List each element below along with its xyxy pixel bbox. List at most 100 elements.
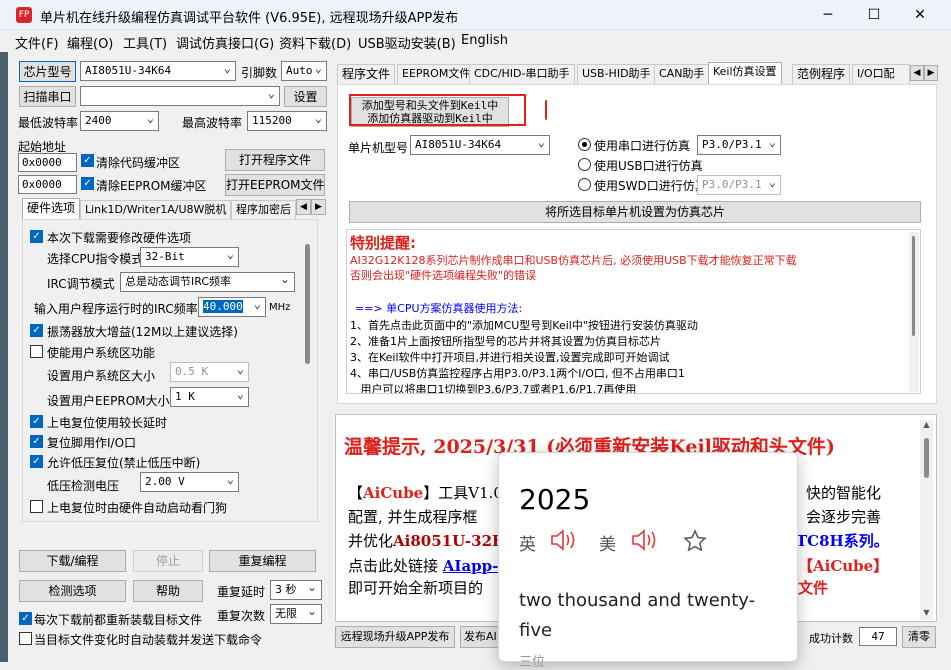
announcement-line-right: 文件 (798, 579, 829, 597)
tab-examples[interactable]: 范例程序 (792, 64, 851, 84)
clear-count-button[interactable]: 清零 (902, 626, 936, 648)
eeprom-size-select[interactable]: 1 K (170, 387, 249, 407)
tab-can[interactable]: CAN助手 (654, 64, 710, 84)
clear-code-cache-label: 清除代码缓冲区 (96, 156, 181, 170)
tab-scroll-right-icon[interactable]: ▶ (311, 199, 326, 215)
modify-hw-options-checkbox[interactable]: ✓ (30, 230, 43, 243)
irc-mode-select[interactable]: 总是动态调节IRC频率 (120, 272, 295, 292)
auto-load-label: 当目标文件变化时自动装载并发送下载命令 (34, 633, 263, 647)
tab-program-encryption[interactable]: 程序加密后 (231, 200, 296, 220)
cpu-mode-select[interactable]: 32-Bit (140, 247, 239, 267)
menu-usb-driver[interactable]: USB驱动安装(B) (358, 33, 456, 52)
tab-usb-hid[interactable]: USB-HID助手 (577, 64, 656, 84)
usb-simulation-radio[interactable] (578, 158, 591, 171)
publish-ai-button[interactable]: 发布AI (460, 626, 500, 648)
announcement-scrollbar[interactable]: ▲ ▼ (920, 420, 933, 620)
minimize-button[interactable]: ─ (805, 0, 851, 30)
set-target-chip-button[interactable]: 将所选目标单片机设置为仿真芯片 (349, 201, 921, 223)
open-eeprom-file-button[interactable]: 打开EEPROM文件 (225, 174, 325, 196)
code-start-address-input[interactable]: 0x0000 (18, 153, 77, 172)
download-program-button[interactable]: 下载/编程 (19, 550, 126, 572)
aiapp-link[interactable]: AIapp- (443, 557, 499, 575)
serial-port-select[interactable]: P3.0/P3.1 (697, 135, 781, 155)
max-baud-select[interactable]: 115200 (247, 111, 327, 131)
mcu-model-select[interactable]: AI8051U-34K64 (410, 135, 550, 155)
uk-speaker-icon[interactable] (549, 528, 579, 552)
repeat-delay-select[interactable]: 3 秒 (270, 580, 322, 600)
irc-frequency-select[interactable]: 40.000 (198, 297, 266, 317)
menu-debug[interactable]: 调试仿真接口(G) (176, 33, 274, 52)
success-count-label: 成功计数 (809, 632, 853, 645)
menu-english[interactable]: English (461, 33, 508, 48)
notice-scrollbar[interactable] (909, 232, 919, 392)
swd-port-select[interactable]: P3.0/P3.1 (697, 175, 781, 195)
auto-load-checkbox[interactable] (19, 632, 32, 645)
system-area-size-select[interactable]: 0.5 K (170, 362, 249, 382)
close-button[interactable]: ✕ (897, 0, 943, 30)
menu-program[interactable]: 编程(O) (67, 33, 113, 52)
tab-program-file[interactable]: 程序文件 (337, 64, 396, 84)
scan-port-button[interactable]: 扫描串口 (19, 86, 76, 107)
repeat-program-button[interactable]: 重复编程 (209, 550, 316, 572)
tab-scroll-left-icon[interactable]: ◀ (296, 199, 311, 215)
low-voltage-select[interactable]: 2.00 V (140, 472, 239, 492)
usage-line: 3、在Keil软件中打开项目,并进行相关设置,设置完成即可开始调试 (350, 351, 670, 364)
success-count-value: 47 (859, 627, 897, 646)
port-select[interactable] (80, 86, 280, 106)
chip-name-text: Ai8051U-32Bi (393, 532, 511, 550)
pin-count-select[interactable]: Auto (281, 61, 327, 81)
oscillator-gain-checkbox[interactable]: ✓ (30, 324, 43, 337)
swd-simulation-radio[interactable] (578, 178, 591, 191)
menu-tools[interactable]: 工具(T) (123, 33, 167, 52)
body-text: 点击此处链接 (348, 557, 439, 575)
open-program-file-button[interactable]: 打开程序文件 (225, 149, 325, 171)
tab-io-config[interactable]: I/O口配 (852, 64, 910, 84)
repeat-count-select[interactable]: 无限 (270, 604, 322, 624)
dict-translation: two thousand and twenty-five (519, 590, 756, 641)
menu-file[interactable]: 文件(F) (15, 33, 59, 52)
tab-cdc-hid-serial[interactable]: CDC/HID-串口助手 (469, 64, 575, 84)
us-speaker-icon[interactable] (630, 528, 660, 552)
announcement-line: 即可开始全新项目的 (348, 579, 484, 597)
tab-hardware-options[interactable]: 硬件选项 (22, 198, 81, 220)
app-icon: FP (16, 7, 32, 23)
help-button[interactable]: 帮助 (133, 580, 203, 602)
detect-options-button[interactable]: 检测选项 (19, 580, 126, 602)
min-baud-select[interactable]: 2400 (80, 111, 159, 131)
usage-title: ==> 单CPU方案仿真器使用方法: (355, 302, 523, 315)
chip-type-select[interactable]: AI8051U-34K64 (80, 61, 236, 81)
serial-simulation-radio[interactable] (578, 138, 591, 151)
tab-link1d-offline[interactable]: Link1D/Writer1A/U8W脱机 (80, 200, 232, 220)
hardware-options-scrollbar[interactable] (302, 224, 314, 519)
usb-simulation-label: 使用USB口进行仿真 (594, 159, 703, 173)
clear-eeprom-cache-checkbox[interactable]: ✓ (81, 177, 94, 190)
stop-button[interactable]: 停止 (133, 550, 203, 572)
us-pronunciation-label: 美 (599, 535, 616, 555)
menu-download[interactable]: 资料下载(D) (279, 33, 351, 52)
usage-line: 4、串口/USB仿真监控程序占用P3.0/P3.1两个I/O口, 但不占用串口1 (350, 367, 685, 380)
tab-keil-simulation[interactable]: Keil仿真设置 (708, 62, 782, 84)
chip-type-button[interactable]: 芯片型号 (19, 61, 76, 82)
tab-eeprom-file[interactable]: EEPROM文件 (397, 64, 476, 84)
long-reset-delay-checkbox[interactable]: ✓ (30, 415, 43, 428)
announcement-line: 点击此处链接 AIapp- (348, 555, 498, 576)
remote-upgrade-publish-button[interactable]: 远程现场升级APP发布 (335, 626, 455, 648)
dict-word: 2025 (519, 483, 591, 516)
reload-before-download-checkbox[interactable]: ✓ (19, 612, 32, 625)
notice-text-area: 特别提醒: AI32G12K128系列芯片制作成串口和USB仿真芯片后, 必须使… (346, 229, 921, 394)
announcement-line: 并优化Ai8051U-32Bi (348, 530, 510, 551)
repeat-delay-label: 重复延时 (217, 585, 266, 599)
right-tab-scroll-left-icon[interactable]: ◀ (910, 65, 924, 81)
star-favorite-icon[interactable] (683, 529, 707, 553)
hw-watchdog-checkbox[interactable] (30, 500, 43, 513)
reset-pin-io-checkbox[interactable]: ✓ (30, 435, 43, 448)
eeprom-start-address-input[interactable]: 0x0000 (18, 175, 77, 194)
clear-code-cache-checkbox[interactable]: ✓ (81, 154, 94, 167)
notice-line: AI32G12K128系列芯片制作成串口和USB仿真芯片后, 必须使用USB下载… (350, 254, 797, 267)
user-system-area-checkbox[interactable] (30, 345, 43, 358)
maximize-button[interactable]: ☐ (851, 0, 897, 30)
low-voltage-reset-checkbox[interactable]: ✓ (30, 455, 43, 468)
settings-button[interactable]: 设置 (284, 86, 327, 107)
right-tab-scroll-right-icon[interactable]: ▶ (924, 65, 938, 81)
repeat-count-label: 重复次数 (217, 609, 266, 623)
